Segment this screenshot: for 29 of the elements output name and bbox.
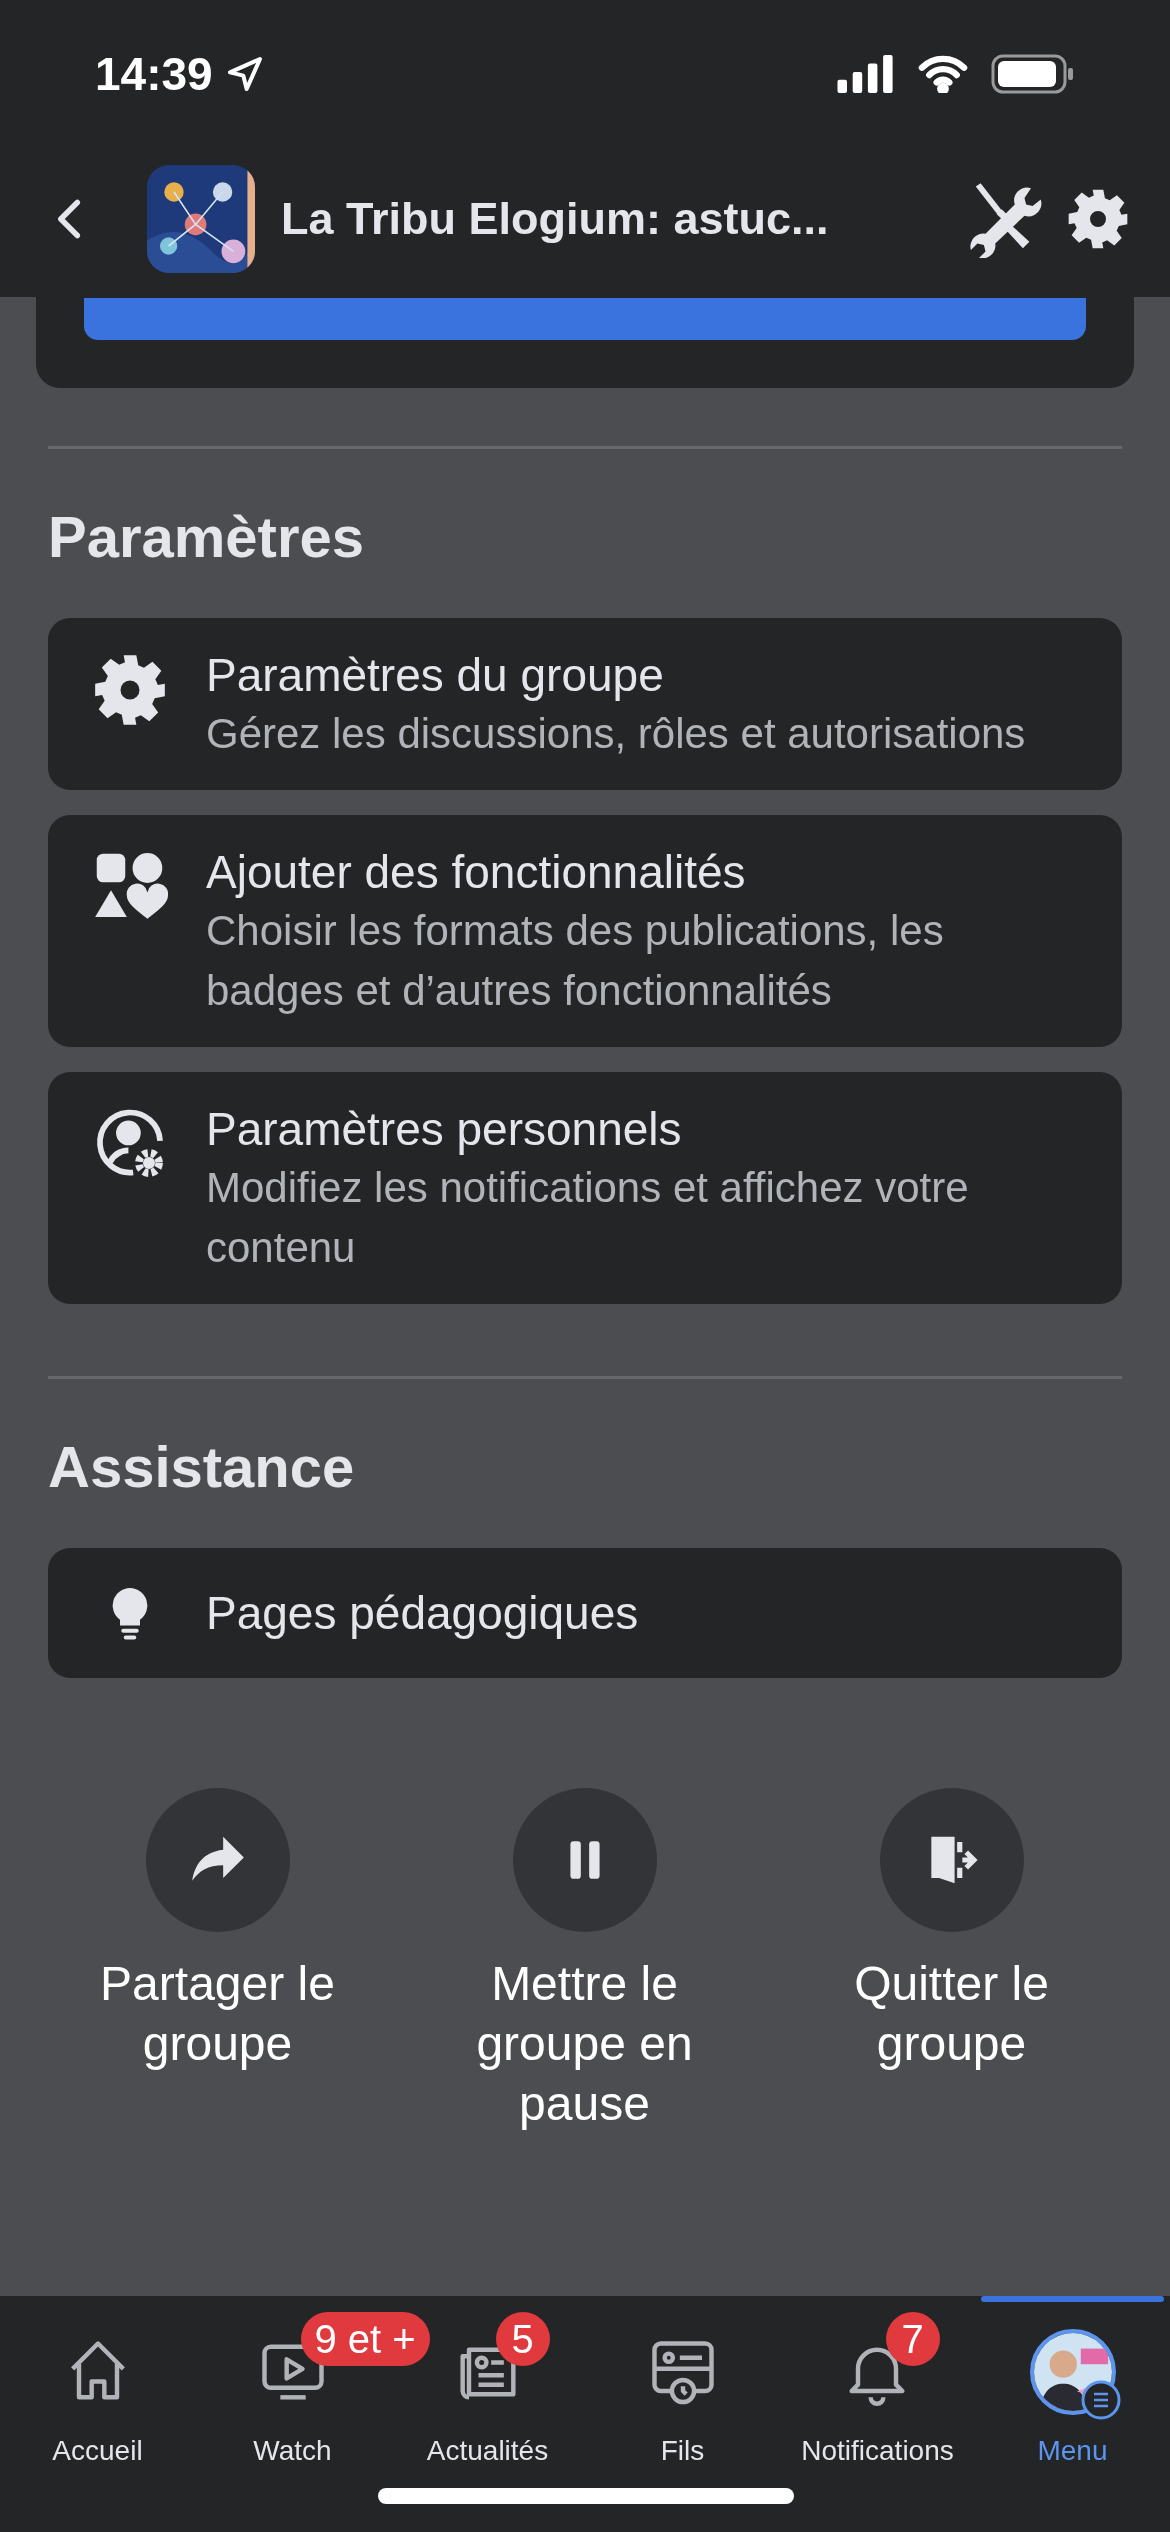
item-title: Pages pédagogiques — [206, 1586, 639, 1641]
settings-item[interactable]: Paramètres du groupe Gérez les discussions, rôles et autorisations — [48, 618, 1122, 790]
action-label: Quitter le groupe — [853, 1956, 1050, 2072]
action-label: Partager le groupe — [99, 1956, 336, 2072]
battery-icon — [991, 54, 1075, 94]
status-time: 14:39 — [95, 46, 213, 102]
group-title: La Tribu Elogium: astuc... — [281, 191, 830, 246]
item-title: Ajouter des fonctionnalités — [206, 845, 747, 900]
tab-item[interactable]: Fils — [628, 2322, 737, 2532]
settings-item[interactable]: Paramètres personnels Modifiez les notifications et affichez votre contenu — [48, 1072, 1122, 1304]
item-description: Gérez les discussions, rôles et autorisations — [206, 709, 1026, 759]
menu-icon — [1080, 2380, 1121, 2420]
notification-badge: 5 — [495, 2312, 550, 2366]
item-description: Modifiez les notifications et affichez votre contenu — [206, 1163, 970, 1273]
section-heading: Assistance — [48, 1433, 356, 1501]
notification-badge: 7 — [885, 2312, 940, 2366]
signal-icon — [837, 55, 895, 93]
action-label: Mettre le groupe en pause — [475, 1956, 694, 2132]
wifi-icon — [917, 55, 969, 93]
item-description: Choisir les formats des publications, les badges et d’autres fonctionnalités — [206, 906, 945, 1016]
gear-icon — [92, 652, 168, 728]
settings-item[interactable]: Ajouter des fonctionnalités Choisir les formats des publications, les badges et d’autres fonctionnalités — [48, 815, 1122, 1047]
notification-badge: 9 et + — [300, 2312, 430, 2366]
tab-item[interactable]: Menu — [1018, 2322, 1127, 2532]
item-title: Paramètres du groupe — [206, 648, 665, 703]
tab-item[interactable]: Accueil — [43, 2322, 152, 2532]
item-title: Paramètres personnels — [206, 1102, 683, 1157]
settings-item[interactable]: Pages pédagogiques — [48, 1548, 1122, 1678]
section-heading: Paramètres — [48, 503, 365, 571]
